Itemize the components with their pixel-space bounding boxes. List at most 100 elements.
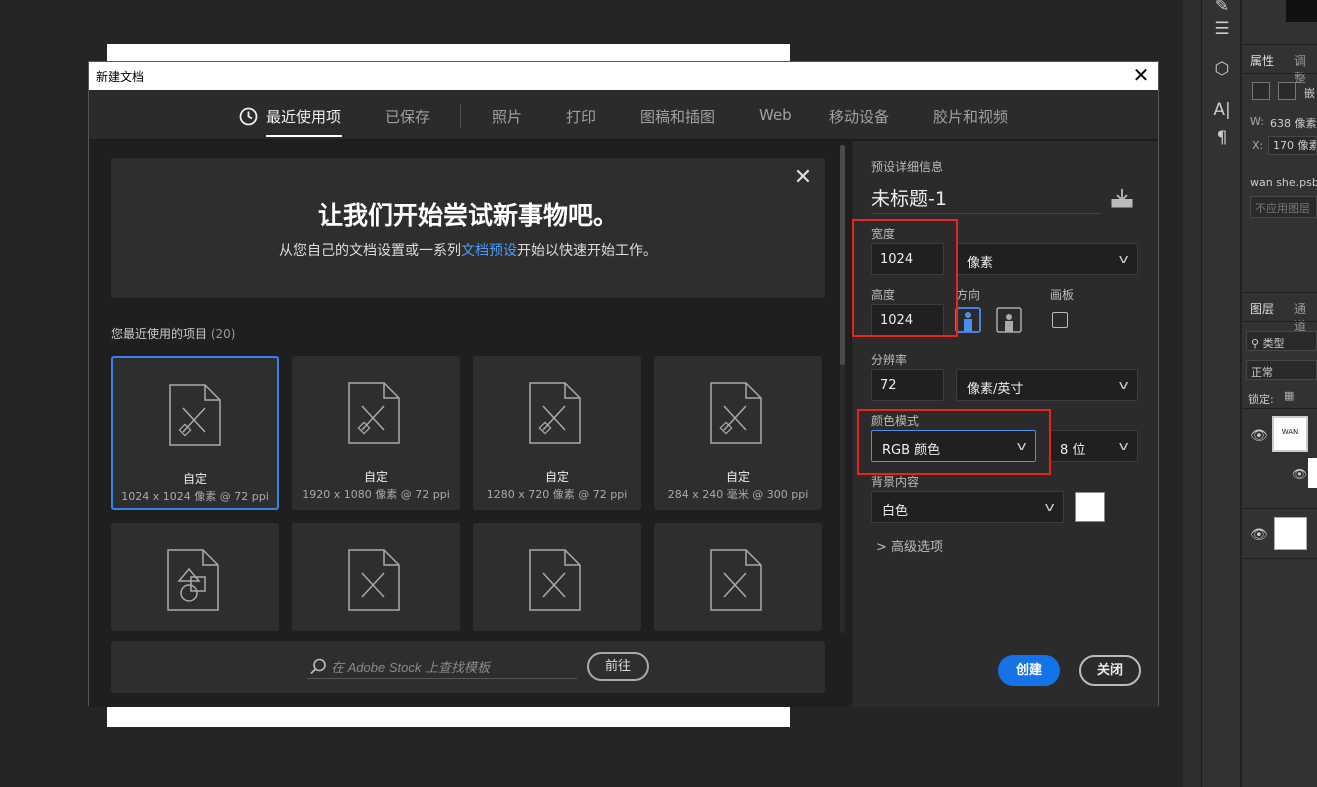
welcome-subtitle: 从您自己的文档设置或一系列文档预设开始以快速开始工作。 <box>111 240 825 260</box>
mask-icon[interactable] <box>1278 82 1296 100</box>
background-color-swatch[interactable] <box>1075 492 1105 522</box>
tab-web[interactable]: Web <box>759 106 792 124</box>
tab-layers[interactable]: 图层 <box>1250 300 1274 317</box>
adobe-stock-bar: 前往 <box>111 641 825 693</box>
w-label: W: <box>1250 115 1264 128</box>
document-presets-link[interactable]: 文档预设 <box>461 243 517 259</box>
brush-icon[interactable]: ✎ <box>1210 0 1234 18</box>
tab-adjustments[interactable]: 调整 <box>1294 52 1317 86</box>
artboard-checkbox[interactable] <box>1052 312 1068 328</box>
orientation-label: 方向 <box>956 288 981 302</box>
close-button[interactable]: 关闭 <box>1079 655 1141 686</box>
scrollbar-thumb[interactable] <box>840 145 845 365</box>
tab-print[interactable]: 打印 <box>566 106 596 127</box>
tab-properties[interactable]: 属性 <box>1250 52 1274 69</box>
clock-icon <box>239 107 258 126</box>
recent-card[interactable]: 自定 1280 x 720 像素 @ 72 ppi <box>473 356 641 510</box>
w-value[interactable]: 638 像素 <box>1270 115 1317 131</box>
document-pen-ruler-icon <box>348 382 400 444</box>
tab-photo[interactable]: 照片 <box>492 106 522 127</box>
x-field[interactable]: 170 像素 <box>1268 136 1317 155</box>
layer-thumbnail[interactable]: WAN <box>1272 416 1308 452</box>
dialog-titlebar: 新建文档 ✕ <box>89 62 1158 90</box>
landscape-orientation-icon[interactable] <box>996 307 1022 333</box>
tab-mobile[interactable]: 移动设备 <box>829 106 889 127</box>
chevron-right-icon: > <box>876 540 887 555</box>
visibility-eye-icon[interactable]: 👁 <box>1292 467 1307 481</box>
recent-card[interactable] <box>111 523 279 631</box>
panel-icon-column: ✎ ☰ ⬡ A| ¶ <box>1201 0 1241 787</box>
lock-label: 锁定: <box>1248 393 1274 406</box>
create-button[interactable]: 创建 <box>998 655 1060 686</box>
3d-cube-icon[interactable]: ⬡ <box>1210 57 1234 81</box>
document-pen-ruler-icon <box>710 549 762 611</box>
unit-dropdown[interactable]: 像素 v <box>956 243 1138 275</box>
recent-card[interactable]: 自定 284 x 240 毫米 @ 300 ppi <box>654 356 822 510</box>
resolution-input[interactable]: 72 <box>871 369 944 401</box>
search-icon: ⚲ <box>1251 337 1260 350</box>
highlight-box-color-mode <box>857 409 1051 475</box>
paragraph-icon[interactable]: ¶ <box>1210 126 1234 150</box>
smart-object-icon[interactable] <box>1252 82 1270 100</box>
recent-card[interactable] <box>473 523 641 631</box>
recent-card[interactable] <box>654 523 822 631</box>
lock-pixels-icon[interactable]: ▦ <box>1284 389 1294 402</box>
preset-details-panel: 预设详细信息 未标题-1 宽度 1024 像素 v 高度 1024 方向 画板 分… <box>851 141 1158 707</box>
blend-mode-dropdown[interactable]: 正常 <box>1246 360 1317 380</box>
welcome-sub-after: 开始以快速开始工作。 <box>517 243 657 259</box>
x-label: X: <box>1252 139 1264 152</box>
filter-type: 类型 <box>1262 337 1285 350</box>
close-icon[interactable]: ✕ <box>1128 63 1154 89</box>
card-name: 自定 <box>363 470 388 484</box>
advanced-options-toggle[interactable]: > 高级选项 <box>876 536 943 555</box>
tool-strip <box>1183 0 1201 787</box>
visibility-eye-icon[interactable]: 👁 <box>1250 428 1268 444</box>
preset-name-field[interactable]: 未标题-1 <box>871 184 1101 214</box>
visibility-eye-icon[interactable]: 👁 <box>1250 527 1268 543</box>
bit-depth-dropdown[interactable]: 8 位 v <box>1049 430 1138 462</box>
highlight-box-size <box>852 219 958 337</box>
tab-channels[interactable]: 通道 <box>1294 300 1317 334</box>
save-preset-icon[interactable] <box>1110 187 1134 209</box>
artboard-label: 画板 <box>1050 288 1075 302</box>
tab-saved[interactable]: 已保存 <box>385 106 430 127</box>
preset-tabs: 最近使用项 已保存 照片 打印 图稿和插图 Web 移动设备 胶片和视频 <box>89 90 1158 140</box>
sublayer-thumbnail[interactable] <box>1308 458 1317 488</box>
chevron-down-icon: v <box>1118 439 1129 453</box>
resolution-unit-dropdown[interactable]: 像素/英寸 v <box>956 369 1138 401</box>
chevron-down-icon: v <box>1044 500 1055 514</box>
file-name: wan she.psb <box>1250 176 1317 189</box>
search-icon <box>310 658 326 675</box>
character-icon[interactable]: A| <box>1210 98 1234 122</box>
layer-filter[interactable]: ⚲ 类型 <box>1246 331 1317 351</box>
adjust-sliders-icon[interactable]: ☰ <box>1210 17 1234 41</box>
go-button[interactable]: 前往 <box>587 652 649 681</box>
welcome-title: 让我们开始尝试新事物吧。 <box>317 201 618 230</box>
close-icon[interactable]: ✕ <box>791 166 815 190</box>
recent-count: (20) <box>210 327 236 341</box>
embed-label: 嵌 <box>1304 87 1315 100</box>
card-size: 1024 x 1024 像素 @ 72 ppi <box>121 490 269 503</box>
properties-panel: 属性 调整 嵌 W: 638 像素 X: 170 像素 wan she.psb … <box>1242 0 1317 787</box>
background-contents-label: 背景内容 <box>871 475 920 489</box>
welcome-banner: 让我们开始尝试新事物吧。 从您自己的文档设置或一系列文档预设开始以快速开始工作。… <box>111 158 825 298</box>
card-size: 284 x 240 毫米 @ 300 ppi <box>667 488 809 501</box>
recent-card[interactable] <box>292 523 460 631</box>
thumb-text: WAN <box>1281 428 1299 436</box>
tab-recent[interactable]: 最近使用项 <box>266 106 341 127</box>
background-layer-thumbnail[interactable] <box>1274 517 1307 550</box>
tab-art-illustration[interactable]: 图稿和插图 <box>640 106 715 127</box>
recent-card[interactable]: 自定 1920 x 1080 像素 @ 72 ppi <box>292 356 460 510</box>
new-document-dialog: 新建文档 ✕ 最近使用项 已保存 照片 打印 图稿和插图 Web 移动设备 胶片… <box>88 61 1159 707</box>
recent-card[interactable]: 自定 1024 x 1024 像素 @ 72 ppi <box>111 356 279 510</box>
background-value: 白色 <box>882 504 909 519</box>
portrait-orientation-icon[interactable] <box>955 307 981 333</box>
background-contents-dropdown[interactable]: 白色 v <box>871 491 1064 523</box>
layer-preview <box>1286 0 1317 22</box>
card-size: 1280 x 720 像素 @ 72 ppi <box>486 488 628 501</box>
chevron-down-icon: v <box>1118 252 1129 266</box>
stock-search-input[interactable] <box>331 658 571 676</box>
apply-layer-button[interactable]: 不应用图层 <box>1250 196 1317 218</box>
tab-film-video[interactable]: 胶片和视频 <box>933 106 1008 127</box>
card-size: 1920 x 1080 像素 @ 72 ppi <box>302 488 450 501</box>
